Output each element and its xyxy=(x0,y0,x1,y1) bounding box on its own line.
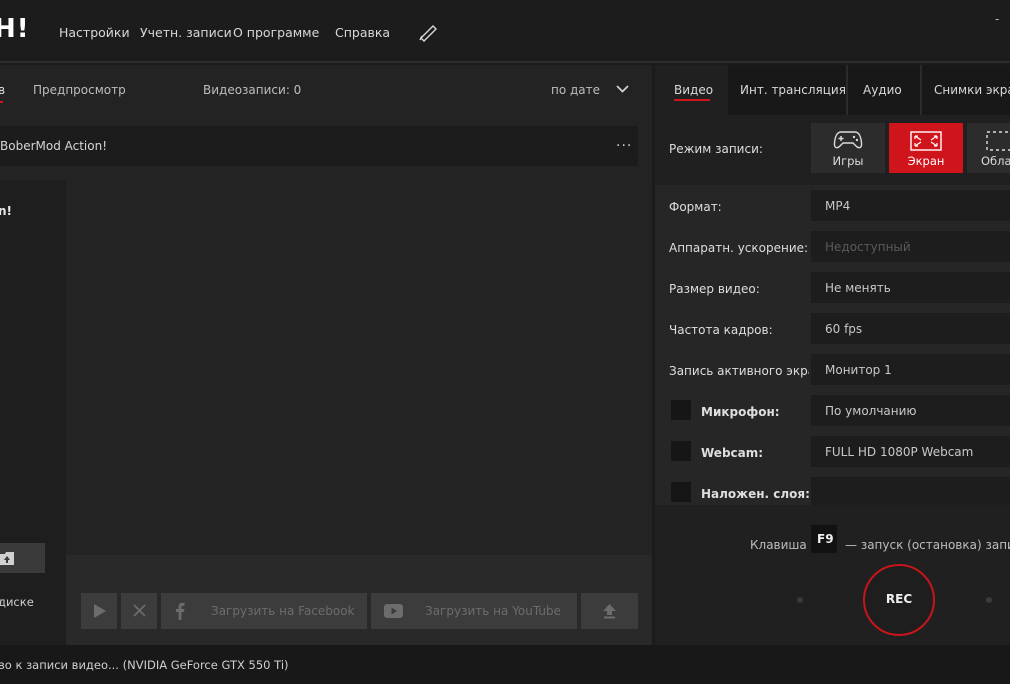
indicator-dot xyxy=(986,597,992,603)
format-select[interactable]: MP4 xyxy=(811,190,1010,221)
hotkey-label: Клавиша xyxy=(750,538,807,552)
overlay-checkbox[interactable] xyxy=(671,482,691,502)
video-size-label: Размер видео: xyxy=(669,282,760,296)
upload-facebook-label: Загрузить на Facebook xyxy=(211,604,355,618)
webcam-value: FULL HD 1080P Webcam xyxy=(825,445,974,459)
status-text: во к записи видео... (NVIDIA GeForce GTX… xyxy=(0,658,289,672)
delete-button[interactable] xyxy=(121,593,157,629)
upload-facebook-button[interactable]: Загрузить на Facebook xyxy=(161,593,367,629)
upload-youtube-label: Загрузить на YouTube xyxy=(425,604,561,618)
open-folder-button[interactable] xyxy=(0,543,45,573)
status-bar: во к записи видео... (NVIDIA GeForce GTX… xyxy=(0,645,1010,684)
video-count: Видеозаписи: 0 xyxy=(203,83,302,97)
left-tabs: в Предпросмотр Видеозаписи: 0 по дате xyxy=(0,65,652,117)
framerate-value: 60 fps xyxy=(825,322,863,336)
fullscreen-icon xyxy=(910,131,942,151)
folder-upload-icon xyxy=(0,552,14,565)
settings-tabs: Видео Инт. трансляция Аудио Снимки экран… xyxy=(655,65,1010,115)
framerate-label: Частота кадров: xyxy=(669,323,773,337)
tab-preview[interactable]: Предпросмотр xyxy=(33,83,126,97)
overlay-select[interactable] xyxy=(811,477,1010,508)
game-list-item[interactable]: n! xyxy=(0,204,12,218)
microphone-checkbox[interactable] xyxy=(671,400,691,420)
play-button[interactable] xyxy=(81,593,117,629)
tab-streaming-label: Инт. трансляция xyxy=(740,83,846,97)
top-bar: Н! Настройки Учетн. записи О программе С… xyxy=(0,0,1010,63)
play-icon xyxy=(94,604,106,618)
format-label: Формат: xyxy=(669,200,722,214)
active-tab-indicator xyxy=(0,101,3,103)
rec-label: REC xyxy=(885,592,913,606)
nav-settings[interactable]: Настройки xyxy=(59,25,130,40)
monitor-value: Монитор 1 xyxy=(825,363,892,377)
webcam-select[interactable]: FULL HD 1080P Webcam xyxy=(811,436,1010,467)
tab-audio-label: Аудио xyxy=(863,83,902,97)
video-settings: Формат: MP4 Аппаратн. ускорение: Недосту… xyxy=(655,185,1010,508)
close-icon xyxy=(133,604,146,617)
hw-accel-select: Недоступный xyxy=(811,231,1010,262)
right-panel: Видео Инт. трансляция Аудио Снимки экран… xyxy=(655,65,1010,645)
video-size-select[interactable]: Не менять xyxy=(811,272,1010,303)
upload-icon xyxy=(603,604,616,619)
pen-icon[interactable] xyxy=(418,22,440,42)
nav-about[interactable]: О программе xyxy=(233,25,319,40)
upload-button[interactable] xyxy=(581,593,638,629)
microphone-select[interactable]: По умолчанию xyxy=(811,395,1010,426)
nav-accounts[interactable]: Учетн. записи xyxy=(140,25,232,40)
tab-streaming[interactable]: Инт. трансляция xyxy=(728,65,846,115)
format-value: MP4 xyxy=(825,199,851,213)
hw-accel-value: Недоступный xyxy=(825,240,911,254)
hw-accel-label: Аппаратн. ускорение: xyxy=(669,241,809,255)
mode-region-button[interactable]: Облас xyxy=(967,123,1010,173)
hotkey-description: — запуск (остановка) записи xyxy=(845,538,1010,552)
mode-games-label: Игры xyxy=(832,154,864,168)
mode-screen-button[interactable]: Экран xyxy=(889,123,963,173)
tab-audio[interactable]: Аудио xyxy=(848,65,920,115)
record-mode-label: Режим записи: xyxy=(669,142,763,156)
game-bar: BoberMod Action! ... xyxy=(0,126,638,166)
facebook-icon xyxy=(176,602,185,620)
microphone-value: По умолчанию xyxy=(825,404,917,418)
storage-caption: диске xyxy=(0,595,34,609)
tab-video-label: Видео xyxy=(674,83,714,97)
mode-games-button[interactable]: Игры xyxy=(811,123,885,173)
active-screen-label: Запись активного экрана xyxy=(669,364,809,378)
game-list: n! диске xyxy=(0,180,66,645)
left-panel: в Предпросмотр Видеозаписи: 0 по дате Bo… xyxy=(0,65,652,645)
hotkey-field[interactable]: F9 xyxy=(811,525,837,553)
mode-region-label: Облас xyxy=(981,154,1010,168)
hotkey-value: F9 xyxy=(817,532,834,546)
mode-screen-label: Экран xyxy=(907,154,945,168)
tab-screenshots[interactable]: Снимки экрана xyxy=(922,65,1010,115)
tab-videos[interactable]: в xyxy=(0,83,5,97)
monitor-select[interactable]: Монитор 1 xyxy=(811,354,1010,385)
sort-select[interactable]: по дате xyxy=(551,83,600,97)
active-tab-indicator xyxy=(674,99,710,101)
app-logo: Н! xyxy=(0,14,30,44)
webcam-label: Webcam: xyxy=(701,446,764,460)
microphone-label: Микрофон: xyxy=(701,405,780,419)
framerate-select[interactable]: 60 fps xyxy=(811,313,1010,344)
gamepad-icon xyxy=(833,131,863,149)
upload-youtube-button[interactable]: Загрузить на YouTube xyxy=(371,593,577,629)
video-preview-area xyxy=(66,180,652,555)
game-title: BoberMod Action! xyxy=(0,139,108,153)
overlay-label: Наложен. слоя: xyxy=(701,487,810,501)
indicator-dot xyxy=(797,597,803,603)
video-size-value: Не менять xyxy=(825,281,891,295)
webcam-checkbox[interactable] xyxy=(671,441,691,461)
more-menu-icon[interactable]: ... xyxy=(616,134,632,150)
nav-help[interactable]: Справка xyxy=(335,25,390,40)
minimize-button[interactable]: - xyxy=(995,12,999,26)
region-icon xyxy=(986,131,1010,151)
chevron-down-icon[interactable] xyxy=(616,84,629,94)
rec-button[interactable]: REC xyxy=(863,564,935,636)
tab-screenshots-label: Снимки экрана xyxy=(934,83,1010,97)
record-controls: Клавиша F9 — запуск (остановка) записи R… xyxy=(655,505,1010,645)
tab-video[interactable]: Видео xyxy=(655,65,728,115)
youtube-icon xyxy=(384,604,403,618)
